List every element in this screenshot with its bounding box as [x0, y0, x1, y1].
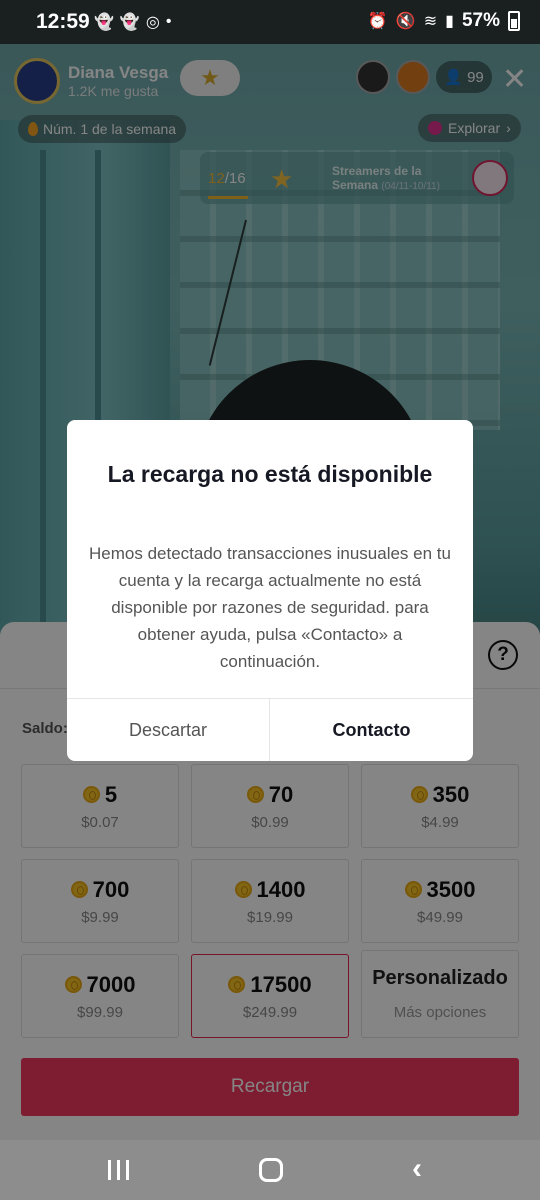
- home-icon[interactable]: [259, 1158, 283, 1182]
- dialog-message: Hemos detectado transacciones inusuales …: [89, 544, 451, 671]
- status-time: 12:59: [36, 10, 90, 33]
- dialog-title: La recarga no está disponible: [107, 461, 433, 487]
- dot-icon: •: [165, 13, 172, 30]
- recharge-unavailable-dialog: La recarga no está disponible Hemos dete…: [67, 420, 473, 761]
- signal-icon: ▮: [445, 13, 454, 30]
- snapchat-icon: 👻: [94, 14, 114, 31]
- contact-button[interactable]: Contacto: [270, 699, 473, 761]
- snapchat-icon: 👻: [119, 14, 140, 31]
- battery-icon: [508, 11, 520, 31]
- system-nav-bar: ‹: [0, 1140, 540, 1200]
- notification-icons: 👻 👻 ◎ •: [94, 12, 171, 32]
- mute-icon: 🔇: [395, 13, 416, 30]
- system-icons: ⏰ 🔇 ≋ ▮ 57%: [368, 10, 520, 32]
- alarm-icon: ⏰: [367, 13, 388, 30]
- back-icon[interactable]: ‹: [412, 1152, 422, 1186]
- wifi-icon: ≋: [423, 13, 438, 30]
- recents-icon[interactable]: [108, 1160, 129, 1180]
- battery-percent: 57%: [461, 10, 500, 31]
- whatsapp-icon: ◎: [145, 14, 160, 31]
- status-bar: 12:59 👻 👻 ◎ • ⏰ 🔇 ≋ ▮ 57%: [0, 0, 540, 44]
- dismiss-button[interactable]: Descartar: [67, 699, 269, 761]
